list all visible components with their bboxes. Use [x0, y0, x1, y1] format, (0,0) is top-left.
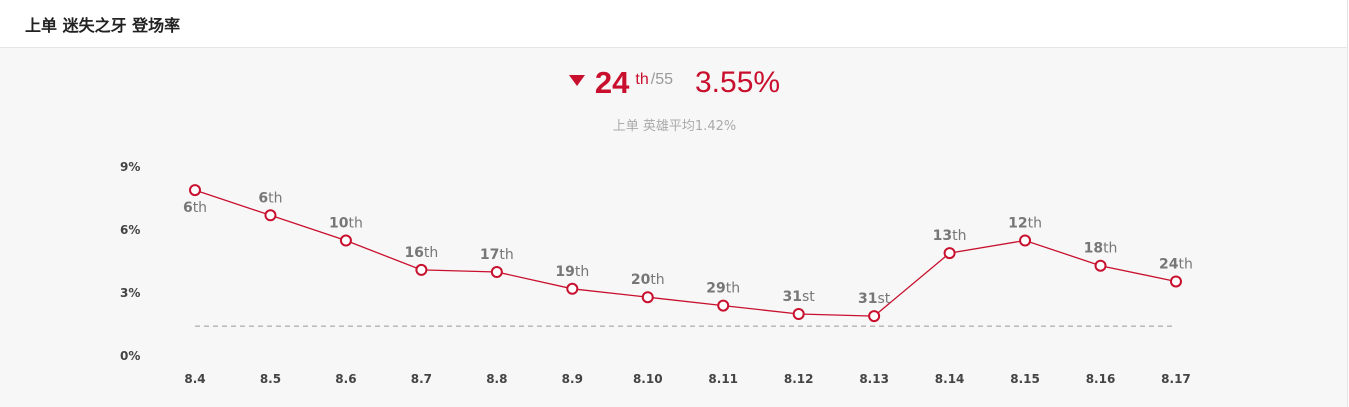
point-rank-label: 16th: [404, 245, 438, 261]
point-rank-label: 24th: [1159, 256, 1193, 272]
point-rank-label: 6th: [258, 190, 282, 206]
x-tick-label: 8.9: [562, 372, 583, 386]
x-tick-label: 8.13: [859, 372, 889, 386]
x-tick-label: 8.4: [184, 372, 205, 386]
y-tick-label: 3%: [120, 286, 140, 300]
y-tick-label: 0%: [120, 349, 140, 363]
x-tick-label: 8.12: [784, 372, 814, 386]
data-point: [943, 247, 956, 260]
point-rank-label: 12th: [1008, 216, 1042, 232]
data-point: [641, 291, 654, 304]
x-tick-label: 8.8: [486, 372, 507, 386]
x-tick-label: 8.15: [1010, 372, 1040, 386]
x-tick-label: 8.7: [411, 372, 432, 386]
data-point: [339, 234, 352, 247]
usage-rate-panel: 上单 迷失之牙 登场率 24th/55 3.55% 上单 英雄平均1.42% 0%…: [0, 0, 1348, 407]
x-tick-label: 8.16: [1086, 372, 1116, 386]
x-tick-label: 8.17: [1161, 372, 1191, 386]
point-rank-label: 13th: [933, 228, 967, 244]
point-rank-label: 18th: [1084, 241, 1118, 257]
usage-rate-line-chart: 0% 3% 6% 9% 8.4 8.5 8.6 8.7 8.8 8.9 8.10 8.11 8.12 8.…: [120, 160, 1193, 386]
x-tick-label: 8.14: [935, 372, 965, 386]
point-rank-label: 31st: [783, 289, 816, 305]
data-point: [792, 308, 805, 320]
data-point: [415, 263, 428, 276]
x-tick-label: 8.10: [633, 372, 663, 386]
data-point: [1169, 275, 1182, 288]
data-point: [1094, 259, 1107, 272]
data-point: [1019, 234, 1032, 247]
x-tick-label: 8.6: [335, 372, 356, 386]
point-rank-label: 6th: [183, 200, 207, 216]
data-point: [264, 209, 277, 222]
x-tick-label: 8.5: [260, 372, 281, 386]
data-point: [566, 282, 579, 295]
data-point: [868, 310, 881, 323]
y-tick-label: 6%: [120, 223, 140, 237]
data-point: [717, 299, 730, 312]
point-rank-label: 10th: [329, 216, 363, 232]
point-rank-label: 19th: [555, 264, 589, 280]
point-rank-label: 17th: [480, 247, 514, 263]
usage-rate-series-line: [194, 189, 1177, 317]
point-rank-label: 31st: [858, 291, 891, 307]
data-point: [189, 184, 201, 197]
point-rank-label: 20th: [631, 272, 665, 288]
data-point: [490, 266, 503, 278]
point-rank-label: 29th: [706, 281, 740, 297]
y-tick-label: 9%: [120, 160, 140, 174]
x-tick-label: 8.11: [708, 372, 738, 386]
